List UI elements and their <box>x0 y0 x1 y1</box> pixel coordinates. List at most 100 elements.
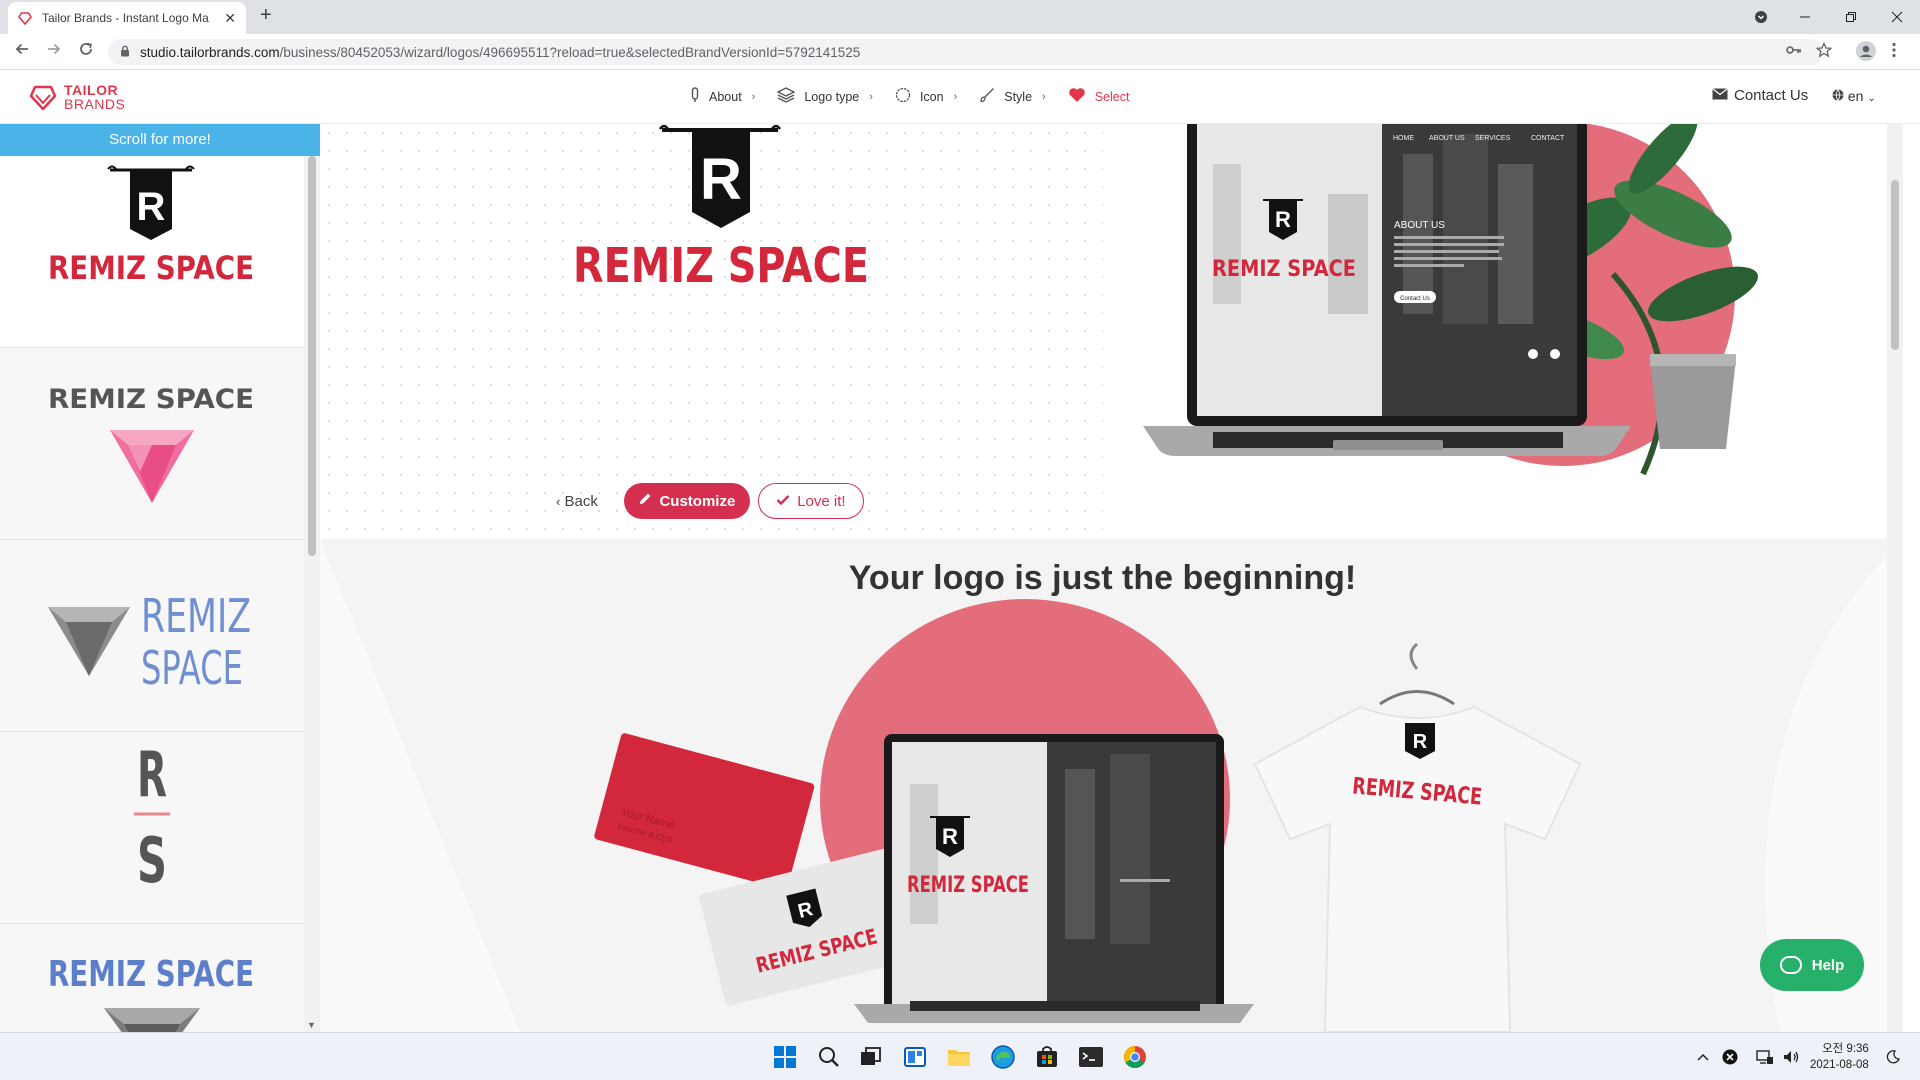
step-icon[interactable]: Icon › <box>895 87 957 106</box>
tray-app-icon[interactable] <box>1722 1033 1738 1080</box>
system-clock[interactable]: 오전 9:36 2021-08-08 <box>1810 1041 1869 1073</box>
logo-option-1-text: REMIZ SPACE <box>48 249 254 287</box>
tab-close-icon[interactable]: ✕ <box>224 10 236 27</box>
step-style-label: Style <box>1004 89 1033 104</box>
site-about-heading: ABOUT US <box>1394 220 1445 231</box>
brush-icon <box>979 87 995 106</box>
logo-option-3[interactable]: REMIZ SPACE <box>0 540 304 732</box>
logo-option-5-art: REMIZ SPACE <box>48 954 254 1032</box>
main-scrollbar-thumb[interactable] <box>1891 180 1899 350</box>
windows-taskbar: 오전 9:36 2021-08-08 <box>0 1032 1920 1080</box>
brand-line2: BRANDS <box>64 96 126 112</box>
terminal-icon[interactable] <box>1076 1042 1106 1072</box>
logo-option-1[interactable]: R REMIZ SPACE <box>0 156 304 348</box>
edge-browser-icon[interactable] <box>988 1042 1018 1072</box>
help-button[interactable]: Help <box>1760 939 1864 991</box>
close-window-icon[interactable] <box>1874 0 1920 34</box>
logo-option-3-line1: REMIZ <box>141 589 251 643</box>
shirt-logo-badge: R <box>1413 731 1428 753</box>
logo-option-1-badge: R <box>137 185 166 229</box>
contact-us-link[interactable]: Contact Us <box>1712 87 1808 104</box>
grey-diamond-icon <box>48 607 130 676</box>
logo-option-2-text: REMIZ SPACE <box>48 384 254 415</box>
contact-us-label: Contact Us <box>1734 87 1809 104</box>
logo-option-4-bottom: S <box>137 824 167 897</box>
section-headline: Your logo is just the beginning! <box>848 559 1357 597</box>
search-icon[interactable] <box>814 1042 844 1072</box>
task-view-icon[interactable] <box>856 1042 886 1072</box>
pink-diamond-icon <box>110 430 194 503</box>
site-contact-button: Contact Us <box>1400 296 1430 302</box>
clock-date: 2021-08-08 <box>1810 1059 1869 1071</box>
step-about[interactable]: About › <box>690 87 755 106</box>
pencil-icon <box>638 492 652 510</box>
selected-logo: R REMIZ SPACE <box>573 124 869 294</box>
left-panel-scrollbar-thumb[interactable] <box>308 156 316 556</box>
step-logo-type[interactable]: Logo type › <box>776 87 873 106</box>
logo-option-3-art: REMIZ SPACE <box>48 589 251 695</box>
reload-icon[interactable] <box>74 41 98 63</box>
browser-tab[interactable]: Tailor Brands - Instant Logo Ma ✕ <box>8 2 246 34</box>
love-it-button[interactable]: Love it! <box>757 483 864 519</box>
forward-arrow-icon[interactable] <box>42 41 66 63</box>
step-select[interactable]: Select <box>1068 87 1129 106</box>
widgets-icon[interactable] <box>900 1042 930 1072</box>
logo-preview-canvas: R REMIZ SPACE <box>320 124 1103 539</box>
step-style[interactable]: Style › <box>979 87 1046 106</box>
chevron-right-icon: › <box>953 90 958 103</box>
logo-option-1-art: R REMIZ SPACE <box>48 165 254 287</box>
logo-option-4[interactable]: R S <box>0 732 304 924</box>
store-icon[interactable] <box>1032 1042 1062 1072</box>
url-path: /business/80452053/wizard/logos/49669551… <box>279 44 861 60</box>
tailor-brands-favicon <box>18 12 32 25</box>
chevron-down-icon: ⌄ <box>1867 93 1876 104</box>
merch-background: Your Name Founder & CEO R REMIZ SPACE R … <box>320 539 1903 1032</box>
circle-icon <box>895 87 911 106</box>
left-panel-scrollbar[interactable]: ▼ <box>304 156 320 1032</box>
customize-button[interactable]: Customize <box>623 483 750 519</box>
help-label: Help <box>1811 956 1845 974</box>
profile-avatar-icon[interactable] <box>1856 41 1876 64</box>
site-nav-services: SERVICES <box>1475 135 1511 142</box>
focus-moon-icon[interactable] <box>1886 1033 1900 1080</box>
grey-diamond-icon <box>104 1008 200 1032</box>
language-selector[interactable]: en ⌄ <box>1832 88 1876 104</box>
back-link[interactable]: ‹ Back <box>556 493 598 510</box>
bookmark-star-icon[interactable] <box>1815 41 1833 61</box>
scroll-down-arrow-icon[interactable]: ▼ <box>307 1020 316 1030</box>
merch-laptop-logo: REMIZ SPACE <box>907 873 1029 898</box>
tailor-brands-logo[interactable]: TAILOR BRANDS <box>28 82 125 112</box>
selected-logo-badge: R <box>700 147 742 212</box>
scroll-for-more-banner: Scroll for more! <box>0 124 320 156</box>
address-bar[interactable]: studio.tailorbrands.com/business/8045205… <box>108 39 1824 65</box>
logo-option-3-line2: SPACE <box>141 641 243 695</box>
logo-option-5-text: REMIZ SPACE <box>48 954 254 995</box>
layers-icon <box>776 87 796 106</box>
logo-option-5[interactable]: REMIZ SPACE <box>0 924 304 1032</box>
key-icon[interactable] <box>1786 43 1802 59</box>
chevron-right-icon: › <box>751 90 756 103</box>
main-scrollbar[interactable] <box>1887 124 1903 1032</box>
file-explorer-icon[interactable] <box>944 1042 974 1072</box>
preview-actions: ‹ Back Customize Love it! <box>556 483 864 519</box>
logo-option-4-top: R <box>137 738 167 811</box>
logo-option-4-art: R S <box>134 738 170 897</box>
menu-dots-icon[interactable] <box>1892 42 1896 61</box>
customize-label: Customize <box>659 492 736 510</box>
restore-icon[interactable] <box>1828 0 1874 34</box>
logo-option-2[interactable]: REMIZ SPACE <box>0 348 304 540</box>
network-icon[interactable] <box>1756 1033 1774 1080</box>
tray-overflow-icon[interactable] <box>1696 1033 1710 1080</box>
windows-start-icon[interactable] <box>770 1042 800 1072</box>
browser-toolbar: studio.tailorbrands.com/business/8045205… <box>0 34 1920 70</box>
minimize-icon[interactable] <box>1782 0 1828 34</box>
chrome-icon[interactable] <box>1120 1042 1150 1072</box>
chevron-right-icon: › <box>1042 90 1046 103</box>
volume-icon[interactable] <box>1782 1033 1800 1080</box>
back-arrow-icon[interactable] <box>10 41 34 63</box>
new-tab-button[interactable]: + <box>260 4 272 27</box>
envelope-icon <box>1712 87 1728 104</box>
globe-icon <box>1832 88 1844 104</box>
tab-search-icon[interactable] <box>1738 0 1784 34</box>
wizard-steps: About › Logo type › Icon › Style › Selec… <box>690 87 1151 106</box>
